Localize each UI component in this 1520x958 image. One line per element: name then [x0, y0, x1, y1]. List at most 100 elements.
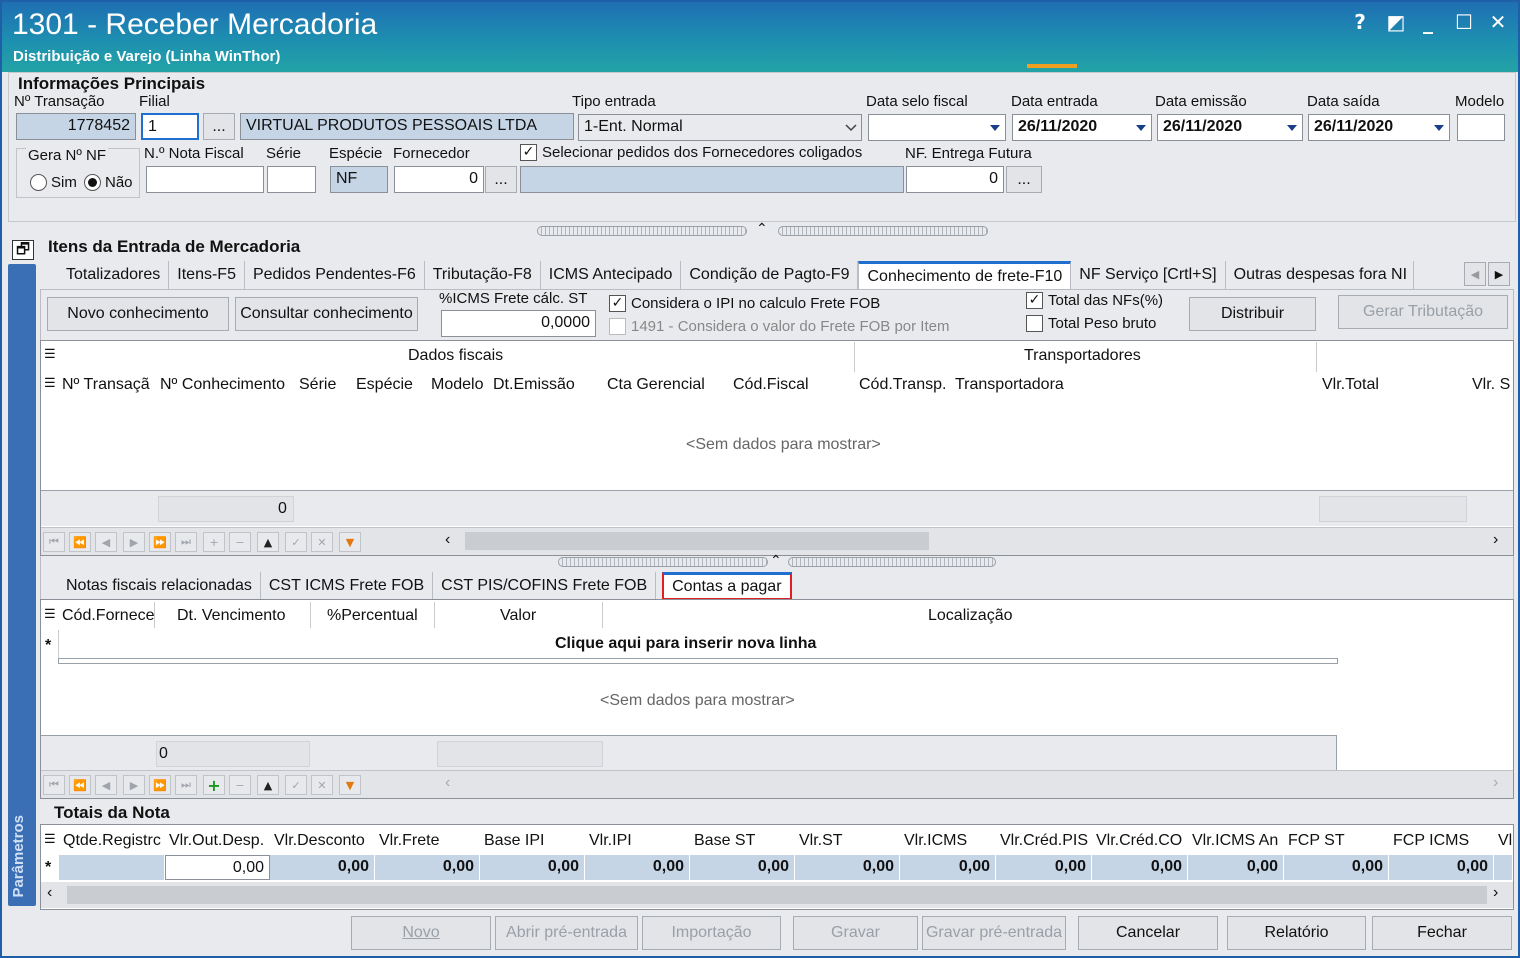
- col-serie[interactable]: Série: [299, 376, 336, 394]
- tab-cst-icms[interactable]: CST ICMS Frete FOB: [261, 572, 434, 600]
- splitter-left-2[interactable]: [558, 557, 768, 567]
- col-valor[interactable]: Valor: [500, 607, 536, 625]
- nav-cancel-icon[interactable]: ✕: [311, 775, 333, 795]
- novo-conhecimento-button[interactable]: Novo conhecimento: [47, 297, 229, 331]
- filial-browse-button[interactable]: ...: [203, 113, 235, 140]
- nav-next-page-icon[interactable]: ⏩: [149, 532, 171, 552]
- column-chooser-icon[interactable]: ☰: [44, 831, 56, 847]
- nav-last-icon[interactable]: ⏭: [175, 775, 197, 795]
- nf-futura-input[interactable]: 0: [906, 166, 1004, 193]
- fornecedor-input[interactable]: 0: [394, 166, 484, 193]
- tab-nf-servico[interactable]: NF Serviço [Crtl+S]: [1071, 261, 1226, 289]
- tab-cst-pis-cofins[interactable]: CST PIS/COFINS Frete FOB: [433, 572, 657, 600]
- scroll-right-icon[interactable]: ›: [1493, 774, 1498, 792]
- help-icon[interactable]: ?: [1346, 10, 1374, 34]
- distribuir-button[interactable]: Distribuir: [1189, 297, 1316, 331]
- gerar-tributacao-button[interactable]: Gerar Tributação: [1338, 295, 1508, 329]
- nav-add-icon[interactable]: +: [203, 775, 225, 795]
- col-vlr-out-desp[interactable]: Vlr.Out.Desp.: [169, 832, 264, 850]
- col-base-ipi[interactable]: Base IPI: [484, 832, 544, 850]
- new-row-button[interactable]: Clique aqui para inserir nova linha: [555, 635, 816, 653]
- col-cod-fiscal[interactable]: Cód.Fiscal: [733, 376, 809, 394]
- tot-vlr-out-desp[interactable]: 0,00: [165, 855, 270, 880]
- col-nr-transacao[interactable]: Nº Transaçã: [62, 376, 150, 394]
- novo-button[interactable]: Novo: [351, 916, 491, 950]
- total-peso-checkbox[interactable]: [1026, 315, 1043, 332]
- col-vlr-icms[interactable]: Vlr.ICMS: [904, 832, 967, 850]
- nav-prev-page-icon[interactable]: ⏪: [69, 775, 91, 795]
- nav-add-icon[interactable]: +: [203, 532, 225, 552]
- grid-scroll-thumb[interactable]: [465, 532, 929, 550]
- dropdown-arrow-icon[interactable]: [985, 115, 1005, 140]
- data-entrada-input[interactable]: 26/11/2020: [1012, 114, 1152, 141]
- col-transportadora[interactable]: Transportadora: [955, 376, 1064, 394]
- importacao-button[interactable]: Importação: [642, 916, 781, 950]
- data-selo-input[interactable]: [868, 114, 1006, 141]
- col-vlr-s[interactable]: Vlr. S: [1472, 376, 1512, 394]
- col-vlr-frete[interactable]: Vlr.Frete: [379, 832, 439, 850]
- modelo-input[interactable]: [1457, 114, 1505, 141]
- radio-sim[interactable]: [30, 174, 47, 191]
- collapse-up-icon[interactable]: ⌃: [756, 220, 768, 237]
- nav-first-icon[interactable]: ⏮: [43, 532, 65, 552]
- totais-scrollbar[interactable]: ‹ ›: [41, 882, 1513, 908]
- column-chooser-icon[interactable]: ☰: [44, 606, 56, 622]
- splitter-right-2[interactable]: [788, 557, 996, 567]
- col-especie[interactable]: Espécie: [356, 376, 413, 394]
- fechar-button[interactable]: Fechar: [1372, 916, 1512, 950]
- splitter-left[interactable]: [537, 226, 747, 236]
- total-nfs-checkbox[interactable]: ✓: [1026, 292, 1043, 309]
- collapse-up-icon[interactable]: ⌃: [770, 552, 782, 569]
- nota-fiscal-input[interactable]: [146, 166, 264, 193]
- filter-icon[interactable]: ▼: [339, 532, 361, 552]
- nav-remove-icon[interactable]: −: [229, 532, 251, 552]
- col-dt-emissao[interactable]: Dt.Emissão: [493, 376, 575, 394]
- restore-panel-icon[interactable]: 🗗: [12, 240, 34, 260]
- column-chooser-icon[interactable]: ☰: [44, 346, 56, 362]
- filter-icon[interactable]: ▼: [339, 775, 361, 795]
- nav-up-icon[interactable]: ▲: [257, 532, 279, 552]
- col-localizacao[interactable]: Localização: [928, 607, 1013, 625]
- gravar-button[interactable]: Gravar: [793, 916, 918, 950]
- radio-nao[interactable]: [84, 174, 101, 191]
- scroll-left-icon[interactable]: ‹: [445, 774, 450, 792]
- scroll-right-icon[interactable]: ›: [1493, 531, 1498, 549]
- col-vlr-cred-cofins[interactable]: Vlr.Créd.CO: [1096, 832, 1182, 850]
- abrir-pre-entrada-button[interactable]: Abrir pré-entrada: [495, 916, 638, 950]
- minimize-icon[interactable]: _: [1414, 10, 1442, 34]
- tab-contas-a-pagar[interactable]: Contas a pagar: [662, 572, 792, 600]
- tab-pedidos-pendentes[interactable]: Pedidos Pendentes-F6: [245, 261, 425, 289]
- sidebar-parametros[interactable]: Parâmetros: [8, 264, 36, 906]
- tipo-entrada-select[interactable]: 1-Ent. Normal: [578, 114, 862, 141]
- col-vlr-total[interactable]: Vlr.Total: [1322, 376, 1379, 394]
- nav-next-icon[interactable]: ▶: [123, 775, 145, 795]
- nav-next-icon[interactable]: ▶: [123, 532, 145, 552]
- nf-futura-browse-button[interactable]: ...: [1006, 166, 1042, 193]
- col-nr-conhecimento[interactable]: Nº Conhecimento: [160, 376, 285, 394]
- tab-icms-antecipado[interactable]: ICMS Antecipado: [541, 261, 682, 289]
- tabs-scroll-left-icon[interactable]: ◀: [1464, 262, 1486, 286]
- scroll-left-icon[interactable]: ‹: [47, 884, 52, 902]
- restore-icon[interactable]: ◩: [1382, 10, 1410, 34]
- tab-itens[interactable]: Itens-F5: [169, 261, 245, 289]
- col-modelo[interactable]: Modelo: [431, 376, 483, 394]
- serie-input[interactable]: [267, 166, 316, 193]
- col-vlr-icms-ant[interactable]: Vlr.ICMS An: [1192, 832, 1282, 850]
- nav-last-icon[interactable]: ⏭: [175, 532, 197, 552]
- cancelar-button[interactable]: Cancelar: [1078, 916, 1218, 950]
- row-chooser-icon[interactable]: ☰: [44, 375, 56, 391]
- tab-outras-despesas[interactable]: Outras despesas fora NI: [1226, 261, 1414, 289]
- nav-prev-icon[interactable]: ◀: [95, 532, 117, 552]
- nav-first-icon[interactable]: ⏮: [43, 775, 65, 795]
- close-icon[interactable]: ✕: [1484, 10, 1512, 34]
- tab-condicao-pagto[interactable]: Condição de Pagto-F9: [681, 261, 859, 289]
- gravar-pre-entrada-button[interactable]: Gravar pré-entrada: [922, 916, 1066, 950]
- tabs-scroll-right-icon[interactable]: ▶: [1488, 262, 1510, 286]
- col-vlr-ipi[interactable]: Vlr.IPI: [589, 832, 632, 850]
- nav-confirm-icon[interactable]: ✓: [285, 532, 307, 552]
- nav-up-icon[interactable]: ▲: [257, 775, 279, 795]
- nav-confirm-icon[interactable]: ✓: [285, 775, 307, 795]
- relatorio-button[interactable]: Relatório: [1227, 916, 1366, 950]
- col-base-st[interactable]: Base ST: [694, 832, 755, 850]
- tab-totalizadores[interactable]: Totalizadores: [58, 261, 170, 289]
